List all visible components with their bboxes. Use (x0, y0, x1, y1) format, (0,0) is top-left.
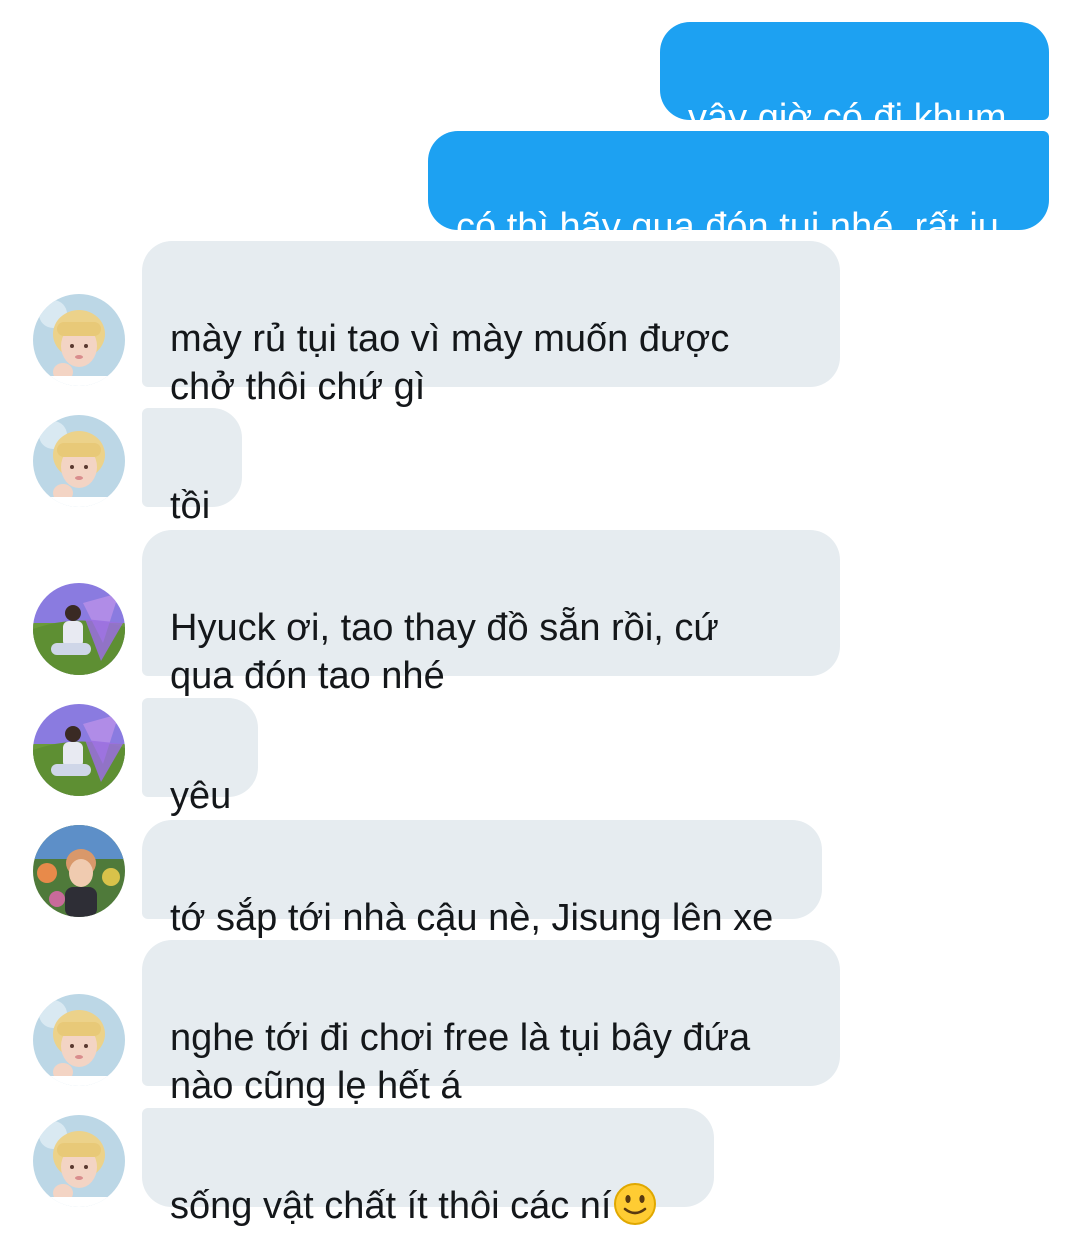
message-text: tớ sắp tới nhà cậu nè, Jisung lên xe (170, 897, 774, 939)
outgoing-message[interactable]: vậy giờ có đi khum (660, 22, 1049, 139)
incoming-message[interactable]: nghe tới đi chơi free là tụi bây đứa nào… (142, 940, 840, 1107)
avatar[interactable] (33, 825, 125, 917)
blond-person-avatar-icon (33, 1115, 125, 1207)
blond-person-avatar-icon (33, 294, 125, 386)
avatar[interactable] (33, 704, 125, 796)
slightly-smiling-face-icon (614, 1183, 657, 1225)
incoming-message[interactable]: tồi (142, 408, 242, 527)
avatar[interactable] (33, 583, 125, 675)
garden-person-avatar-icon (33, 825, 125, 917)
incoming-message[interactable]: mày rủ tụi tao vì mày muốn được chở thôi… (142, 241, 840, 408)
message-text: yêu (170, 775, 232, 817)
fairy-person-avatar-icon (33, 583, 125, 675)
message-text: mày rủ tụi tao vì mày muốn được chở thôi… (170, 318, 730, 408)
incoming-message[interactable]: yêu (142, 698, 258, 817)
avatar[interactable] (33, 294, 125, 386)
message-text: sống vật chất ít thôi các ní (170, 1185, 612, 1227)
blond-person-avatar-icon (33, 415, 125, 507)
incoming-message[interactable]: Hyuck ơi, tao thay đồ sẵn rồi, cứ qua đó… (142, 530, 840, 697)
blond-person-avatar-icon (33, 994, 125, 1086)
avatar[interactable] (33, 1115, 125, 1207)
conversation-view: vậy giờ có đi khum có thì hãy qua đón tu… (0, 0, 1080, 1243)
incoming-message[interactable]: tớ sắp tới nhà cậu nè, Jisung lên xe (142, 820, 822, 939)
avatar[interactable] (33, 415, 125, 507)
avatar[interactable] (33, 994, 125, 1086)
incoming-message[interactable]: sống vật chất ít thôi các ní (142, 1108, 714, 1227)
fairy-person-avatar-icon (33, 704, 125, 796)
message-text: Hyuck ơi, tao thay đồ sẵn rồi, cứ qua đó… (170, 607, 719, 697)
outgoing-message[interactable]: có thì hãy qua đón tui nhé, rất iu (428, 131, 1049, 248)
message-text: nghe tới đi chơi free là tụi bây đứa nào… (170, 1017, 751, 1107)
message-text: tồi (170, 485, 211, 527)
